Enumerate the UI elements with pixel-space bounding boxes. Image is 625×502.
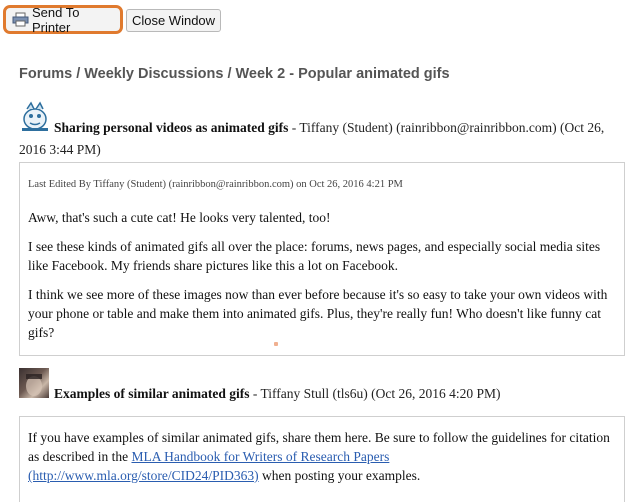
printer-icon <box>12 12 29 27</box>
post-text: when posting your examples. <box>258 468 421 483</box>
post-title[interactable]: Examples of similar animated gifs <box>54 386 250 401</box>
post-paragraph: I think we see more of these images now … <box>28 287 608 340</box>
post-header: Examples of similar animated gifs - Tiff… <box>19 383 619 405</box>
post-paragraph: If you have examples of similar animated… <box>28 428 616 485</box>
post-header: Sharing personal videos as animated gifs… <box>19 117 619 161</box>
send-to-printer-button[interactable]: Send To Printer <box>3 4 123 35</box>
close-window-button[interactable]: Close Window <box>126 9 221 32</box>
post-body: Last Edited By Tiffany (Student) (rainri… <box>19 162 625 356</box>
post-meta: - Tiffany (Student) (rainribbon@rainribb… <box>288 120 605 135</box>
attachment-marker <box>274 342 278 346</box>
post-body: If you have examples of similar animated… <box>19 416 625 502</box>
post-title[interactable]: Sharing personal videos as animated gifs <box>54 120 288 135</box>
breadcrumb: Forums / Weekly Discussions / Week 2 - P… <box>19 66 450 82</box>
post-meta-date: 2016 3:44 PM) <box>19 142 101 157</box>
post-paragraph: Aww, that's such a cute cat! He looks ve… <box>28 210 331 225</box>
post-paragraph: I see these kinds of animated gifs all o… <box>28 239 601 273</box>
toolbar: Send To Printer Close Window <box>0 0 625 40</box>
close-window-label: Close Window <box>131 13 216 28</box>
post-meta: - Tiffany Stull (tls6u) (Oct 26, 2016 4:… <box>249 386 501 401</box>
send-to-printer-label: Send To Printer <box>32 4 80 35</box>
last-edited-note: Last Edited By Tiffany (Student) (rainri… <box>28 179 403 190</box>
